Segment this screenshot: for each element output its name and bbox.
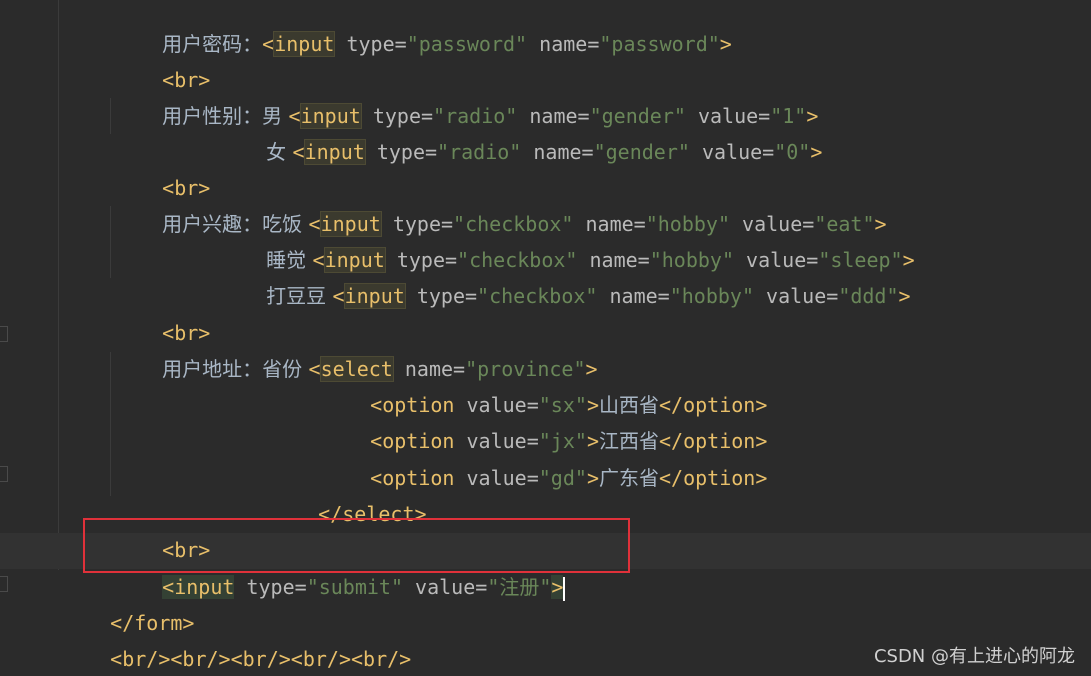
tag-bracket: <: [332, 284, 345, 308]
tag-bracket: <: [308, 357, 321, 381]
attr-name: type=: [234, 575, 307, 599]
indent-guide: [110, 206, 111, 278]
tag-bracket: >: [898, 284, 911, 308]
indent-guide: [58, 0, 59, 570]
tag-name: input: [273, 31, 336, 57]
tag-name: input: [303, 139, 366, 165]
code-line[interactable]: </form>: [62, 569, 194, 635]
editor-gutter: [0, 0, 14, 676]
tag-bracket: >: [551, 575, 564, 599]
indent-guide: [110, 352, 111, 496]
code-line[interactable]: 用户密码：<input type="password" name="passwo…: [114, 0, 732, 57]
attr-value: "password": [599, 32, 720, 56]
label-text: 女: [266, 140, 293, 164]
option-text: 广东省: [598, 466, 659, 490]
attr-name: type=: [334, 32, 407, 56]
code-line[interactable]: 打豆豆 <input type="checkbox" name="hobby" …: [218, 242, 911, 309]
attr-name: name=: [521, 140, 594, 164]
code-line[interactable]: <br>: [114, 134, 210, 200]
text-caret: [563, 576, 566, 601]
label-text: 用户地址：省份: [162, 357, 309, 381]
attr-value: "gd": [538, 466, 587, 490]
code-line[interactable]: <option value="gd">广东省</option>: [322, 424, 767, 490]
attr-value: "ddd": [838, 284, 899, 308]
tag-bracket: >: [810, 140, 823, 164]
code-line[interactable]: </select>: [270, 460, 426, 526]
attr-value: "hobby": [669, 284, 755, 308]
attr-value: "radio": [437, 140, 522, 164]
code-editor[interactable]: 用户密码：<input type="password" name="passwo…: [0, 0, 1091, 676]
watermark: CSDN @有上进心的阿龙: [873, 646, 1075, 667]
tag-bracket: <: [292, 140, 305, 164]
attr-value: "gender": [593, 140, 690, 164]
attr-value: "0": [774, 140, 811, 164]
code-line[interactable]: <option value="jx">江西省</option>: [322, 387, 767, 453]
indent-guide: [110, 98, 111, 134]
option-close-tag: </option>: [658, 466, 768, 490]
code-line[interactable]: <option value="sx">山西省</option>: [322, 351, 767, 417]
attr-name: value=: [689, 140, 775, 164]
br-tags: <br/><br/><br/><br/><br/>: [110, 647, 412, 671]
attr-value: "submit": [306, 575, 404, 599]
code-line[interactable]: 用户地址：省份 <select name="province">: [114, 315, 598, 382]
code-line[interactable]: <br>: [114, 26, 210, 92]
attr-value: "password": [406, 32, 528, 56]
attr-value: "checkbox": [477, 284, 598, 308]
code-line[interactable]: 用户性别：男 <input type="radio" name="gender"…: [114, 62, 818, 129]
code-line[interactable]: 睡觉 <input type="checkbox" name="hobby" v…: [218, 206, 915, 273]
attr-name: type=: [364, 140, 438, 164]
attr-value: "注册": [487, 575, 552, 599]
fold-marker-icon[interactable]: [0, 576, 8, 592]
attr-name: value=: [454, 466, 539, 490]
attr-name: name=: [597, 284, 670, 308]
attr-name: value=: [754, 284, 839, 308]
attr-name: name=: [527, 32, 600, 56]
fold-marker-icon[interactable]: [0, 326, 8, 342]
tag-bracket: >: [719, 32, 732, 56]
highlight-annotation-box: [83, 518, 630, 573]
code-line[interactable]: 女 <input type="radio" name="gender" valu…: [218, 98, 822, 165]
tag-bracket: <: [262, 32, 275, 56]
attr-name: value=: [403, 575, 488, 599]
attr-name: type=: [404, 284, 478, 308]
code-line[interactable]: <br/><br/><br/><br/><br/>: [62, 605, 411, 671]
code-line[interactable]: <br>: [114, 279, 210, 345]
tag-bracket: >: [586, 466, 599, 490]
tag-name: input: [343, 283, 406, 309]
code-line[interactable]: 用户兴趣：吃饭 <input type="checkbox" name="hob…: [114, 170, 887, 237]
label-text: 打豆豆: [266, 284, 333, 308]
fold-marker-icon[interactable]: [0, 466, 8, 482]
